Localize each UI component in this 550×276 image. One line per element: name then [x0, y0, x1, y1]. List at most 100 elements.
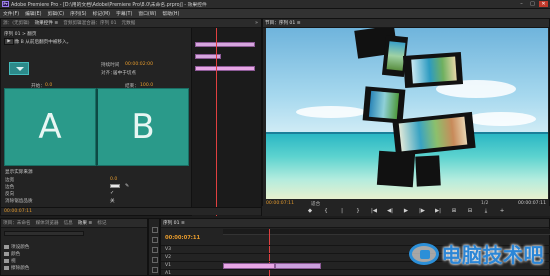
separator-icon: |	[341, 208, 343, 214]
lift-button[interactable]: ⊞	[451, 208, 458, 214]
tab-metadata[interactable]: 元数据	[122, 20, 136, 26]
menu-marker[interactable]: 标记(M)	[93, 10, 110, 17]
clip-a[interactable]	[195, 54, 221, 59]
ab-preview: A B	[4, 88, 189, 166]
mark-out-button[interactable]: }	[355, 208, 362, 214]
reverse-checkbox[interactable]: ✓	[110, 190, 114, 196]
transport-controls: ◆ { | } |◀ ◀| ▶ |▶ ▶| ⊞ ⊟ ⤓ +	[262, 206, 550, 216]
effect-controls-tabs: 源：(无剪辑) 效果控件 ≡ 音频剪辑混合器：序列 01 元数据	[1, 19, 261, 28]
preview-b: B	[96, 88, 189, 166]
transition-description: 图像 B 从前后翻页中被移入。	[10, 40, 72, 45]
menu-title[interactable]: 字幕(T)	[116, 10, 132, 17]
duration-label: 持续时间	[101, 63, 120, 68]
cloud	[296, 106, 366, 118]
cloud	[466, 112, 536, 126]
tab-markers[interactable]: 标记	[97, 220, 106, 226]
duration-value[interactable]: 00:00:02:00	[125, 62, 153, 67]
folder-icon	[4, 259, 9, 263]
property-border-color: 边色 ✎	[5, 183, 185, 190]
track-label: A1	[165, 271, 172, 276]
panel-menu-icon[interactable]: »	[255, 20, 258, 26]
mark-in-button[interactable]: {	[323, 208, 330, 214]
list-item[interactable]: 颜色	[11, 251, 20, 257]
export-frame-button[interactable]: ⤓	[483, 208, 490, 215]
title-bar: Pr Adobe Premiere Pro - [D:\用的文档\Adobe\P…	[0, 0, 550, 9]
eyedropper-icon[interactable]: ✎	[125, 183, 129, 189]
list-item[interactable]: 擦除颜色	[11, 265, 29, 271]
razor-tool-icon[interactable]	[152, 257, 158, 263]
tab-info[interactable]: 信息	[64, 220, 73, 226]
clip-b[interactable]	[195, 66, 255, 71]
close-button[interactable]: ✕	[539, 1, 548, 7]
property-label: 边宽	[5, 178, 15, 183]
step-forward-button[interactable]: |▶	[419, 208, 426, 214]
menu-bar: 文件(F) 编辑(E) 剪辑(C) 序列(S) 标记(M) 字幕(T) 窗口(W…	[0, 9, 550, 18]
footer-timecode[interactable]: 00:00:07:11	[4, 209, 32, 214]
tab-source[interactable]: 源：(无剪辑)	[3, 20, 30, 26]
premiere-logo-icon: Pr	[2, 1, 9, 7]
transition-clip[interactable]	[195, 42, 255, 47]
maximize-button[interactable]: □	[528, 1, 537, 7]
playhead[interactable]	[216, 28, 217, 216]
play-transition-button[interactable]: ▶	[4, 38, 14, 45]
program-monitor-tabs: 节目：序列 01 ≡	[263, 19, 549, 28]
extract-button[interactable]: ⊟	[467, 208, 474, 214]
effects-search-input[interactable]	[4, 231, 84, 236]
align-dropdown[interactable]: 居中于切点	[113, 70, 136, 76]
transition-tile	[376, 150, 416, 188]
track-a1: A1	[161, 269, 550, 276]
menu-clip[interactable]: 剪辑(C)	[47, 10, 64, 17]
track-select-tool-icon[interactable]	[152, 237, 158, 243]
tab-audio-mixer[interactable]: 音频剪辑混合器：序列 01	[63, 20, 116, 26]
property-label: 反向	[5, 192, 15, 197]
hand-tool-icon[interactable]	[152, 267, 158, 273]
go-to-in-button[interactable]: |◀	[371, 208, 378, 214]
program-video-frame	[266, 28, 548, 199]
watermark: 电脑技术吧	[408, 239, 545, 268]
menu-edit[interactable]: 编辑(E)	[25, 10, 41, 17]
tab-effect-controls[interactable]: 效果控件 ≡	[35, 20, 59, 26]
menu-help[interactable]: 帮助(H)	[162, 10, 179, 17]
list-item[interactable]: 视	[11, 258, 16, 264]
timeline-tabs: 序列 01 ≡	[161, 219, 549, 228]
menu-file[interactable]: 文件(F)	[3, 10, 19, 17]
anti-alias-dropdown[interactable]: 关	[110, 198, 115, 204]
effect-controls-panel: 源：(无剪辑) 效果控件 ≡ 音频剪辑混合器：序列 01 元数据 » 序列 01…	[0, 18, 262, 216]
color-swatch[interactable]	[110, 184, 120, 188]
window-title: Adobe Premiere Pro - [D:\用的文档\Adobe\Prem…	[11, 2, 207, 8]
tab-effects[interactable]: 效果 ≡	[78, 220, 93, 226]
track-label: V3	[165, 247, 172, 252]
step-back-button[interactable]: ◀|	[387, 208, 394, 214]
property-anti-alias: 消除锯齿品质 关	[5, 198, 185, 204]
tab-media-browser[interactable]: 媒体浏览器	[36, 220, 59, 226]
property-value[interactable]: 0.0	[110, 177, 117, 182]
timeline-ruler[interactable]	[223, 229, 550, 235]
property-label: 边色	[5, 185, 15, 190]
ripple-edit-tool-icon[interactable]	[152, 247, 158, 253]
folder-icon	[4, 245, 9, 249]
effect-controls-footer: 00:00:07:11	[1, 207, 261, 215]
menu-window[interactable]: 窗口(W)	[138, 10, 156, 17]
minimize-button[interactable]: –	[517, 1, 526, 7]
timeline-timecode[interactable]: 00:00:07:11	[165, 235, 200, 241]
breadcrumb: 序列 01 > 翻页	[4, 32, 37, 37]
button-editor-button[interactable]: +	[499, 208, 506, 214]
selection-tool-icon[interactable]	[152, 227, 158, 233]
show-actual-sources-label[interactable]: 显示实际来源	[5, 169, 33, 175]
go-to-out-button[interactable]: ▶|	[435, 208, 442, 214]
add-marker-button[interactable]: ◆	[307, 208, 314, 214]
play-button[interactable]: ▶	[403, 208, 410, 214]
tab-program[interactable]: 节目：序列 01 ≡	[265, 20, 301, 26]
tab-project[interactable]: 项目：未命名	[3, 220, 31, 226]
list-item[interactable]: 项设颜色	[11, 244, 29, 250]
project-panel: 项目：未命名 媒体浏览器 信息 效果 ≡ 标记 项设颜色 颜色 视 擦除颜色	[0, 218, 148, 276]
transition-tile-image	[411, 56, 457, 84]
track-label: V2	[165, 255, 172, 260]
property-border-width: 边宽 0.0	[5, 177, 185, 183]
menu-sequence[interactable]: 序列(S)	[70, 10, 86, 17]
transition-preview-thumbnail	[9, 62, 29, 75]
property-label: 消除锯齿品质	[5, 199, 33, 204]
effect-controls-timeline[interactable]	[191, 28, 261, 216]
program-monitor-panel: 节目：序列 01 ≡ 00:00:07:11 适合 1/2 00:00:07:1…	[262, 18, 550, 216]
tab-sequence[interactable]: 序列 01 ≡	[163, 220, 185, 226]
